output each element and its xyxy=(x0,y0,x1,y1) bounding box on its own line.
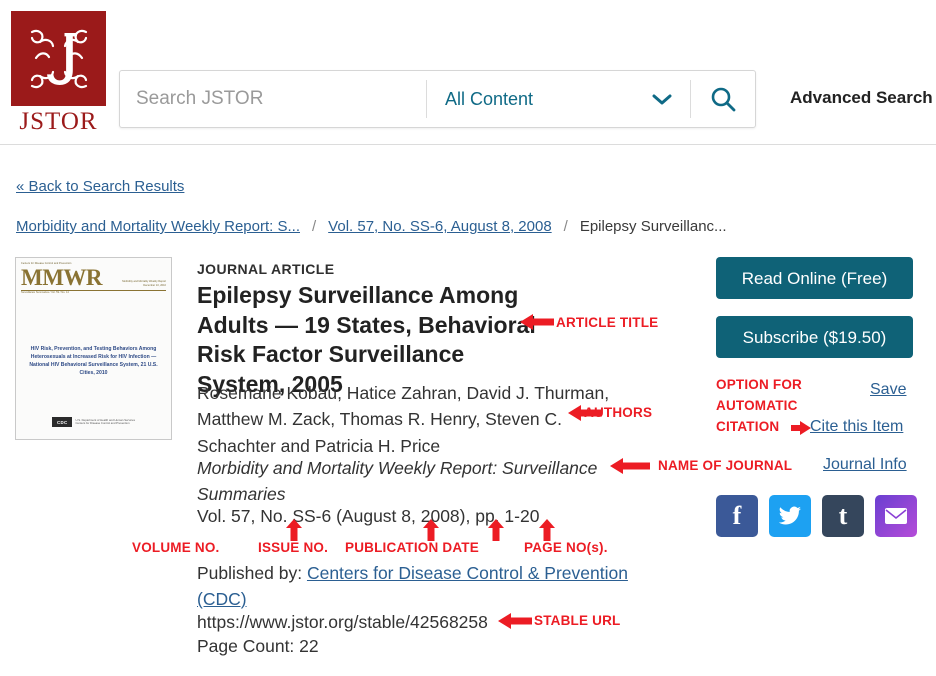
page-count: Page Count: 22 xyxy=(197,636,319,656)
email-share-button[interactable] xyxy=(875,495,917,537)
annotation-arrow-page-nos-icon xyxy=(539,519,555,541)
annotation-volume-no: VOLUME NO. xyxy=(132,540,220,555)
cite-this-item-link[interactable]: Cite this Item xyxy=(810,418,903,436)
search-scope-label: All Content xyxy=(445,88,534,109)
advanced-search-link[interactable]: Advanced Search xyxy=(790,88,933,108)
tumblr-share-button[interactable]: t xyxy=(822,495,864,537)
annotation-arrow-stable-url-icon xyxy=(498,613,532,629)
back-to-search-results-link[interactable]: « Back to Search Results xyxy=(16,178,184,195)
journal-info-link[interactable]: Journal Info xyxy=(823,456,907,474)
twitter-share-button[interactable] xyxy=(769,495,811,537)
social-share-row: f t xyxy=(716,495,917,537)
twitter-icon xyxy=(778,506,801,525)
search-input[interactable] xyxy=(120,71,426,127)
annotation-article-title: ARTICLE TITLE xyxy=(556,315,659,330)
annotation-stable-url: STABLE URL xyxy=(534,613,621,628)
search-bar: All Content xyxy=(119,70,756,128)
breadcrumb-item-issue[interactable]: Vol. 57, No. SS-6, August 8, 2008 xyxy=(328,218,551,235)
stable-url: https://www.jstor.org/stable/42568258 xyxy=(197,612,488,632)
annotation-authors: AUTHORS xyxy=(584,405,653,420)
tumblr-icon: t xyxy=(838,501,848,530)
search-icon xyxy=(711,87,736,112)
cover-title: HIV Risk, Prevention, and Testing Behavi… xyxy=(29,346,158,377)
journal-cover-thumbnail[interactable]: Centers for Disease Control and Preventi… xyxy=(15,257,172,440)
jstor-logo[interactable]: JSTOR xyxy=(11,11,106,134)
annotation-page-nos: PAGE NO(s). xyxy=(524,540,608,555)
cover-footer-line-2: Centers for Disease Control and Preventi… xyxy=(75,421,130,425)
annotation-arrow-issue-icon xyxy=(423,519,439,541)
search-submit-button[interactable] xyxy=(691,71,755,127)
annotation-issue-no: ISSUE NO. xyxy=(258,540,329,555)
annotation-arrow-publication-date-icon xyxy=(488,519,504,541)
jstor-article-page: JSTOR All Content Advanced Search « Back… xyxy=(0,0,936,676)
jstor-logo-wordmark: JSTOR xyxy=(19,108,98,135)
publisher-line: Published by: Centers for Disease Contro… xyxy=(197,561,637,613)
annotation-publication-date: PUBLICATION DATE xyxy=(345,540,479,555)
jstor-logo-mark-icon xyxy=(11,11,106,106)
subscribe-button[interactable]: Subscribe ($19.50) xyxy=(716,316,913,358)
annotation-arrow-journal-name-icon xyxy=(610,458,650,474)
annotation-arrow-article-title-icon xyxy=(520,314,554,330)
site-header: JSTOR All Content Advanced Search xyxy=(0,0,936,145)
published-by-label: Published by: xyxy=(197,563,303,583)
annotation-journal-name: NAME OF JOURNAL xyxy=(658,458,793,473)
chevron-down-icon xyxy=(652,94,672,104)
breadcrumb: Morbidity and Mortality Weekly Report: S… xyxy=(16,218,727,235)
breadcrumb-item-current: Epilepsy Surveillanc... xyxy=(579,218,727,235)
envelope-icon xyxy=(885,508,907,524)
facebook-share-button[interactable]: f xyxy=(716,495,758,537)
cover-masthead: Centers for Disease Control and Preventi… xyxy=(16,258,171,294)
annotation-arrow-volume-icon xyxy=(286,519,302,541)
read-online-button[interactable]: Read Online (Free) xyxy=(716,257,913,299)
journal-name: Morbidity and Mortality Weekly Report: S… xyxy=(197,458,598,505)
breadcrumb-separator-1: / xyxy=(312,218,317,235)
breadcrumb-item-journal[interactable]: Morbidity and Mortality Weekly Report: S… xyxy=(16,218,300,235)
article-authors: Rosemarie Kobau, Hatice Zahran, David J.… xyxy=(197,383,610,456)
annotation-arrow-cite-icon xyxy=(791,421,811,435)
cover-mmwr-wordmark: MMWR xyxy=(21,265,103,290)
cover-footer: CDC U.S. Department of Health and Human … xyxy=(16,417,171,427)
cdc-logo-icon: CDC xyxy=(52,417,73,427)
search-scope-dropdown[interactable]: All Content xyxy=(427,71,690,127)
breadcrumb-separator-2: / xyxy=(563,218,568,235)
cover-masthead-right-2: December 10, 2010 xyxy=(143,283,166,287)
save-link[interactable]: Save xyxy=(870,381,906,399)
cover-issue-line: Surveillance Summaries / Vol. 59 / No. 1… xyxy=(21,291,69,294)
content-type-label: JOURNAL ARTICLE xyxy=(197,261,335,277)
facebook-icon: f xyxy=(732,501,742,530)
